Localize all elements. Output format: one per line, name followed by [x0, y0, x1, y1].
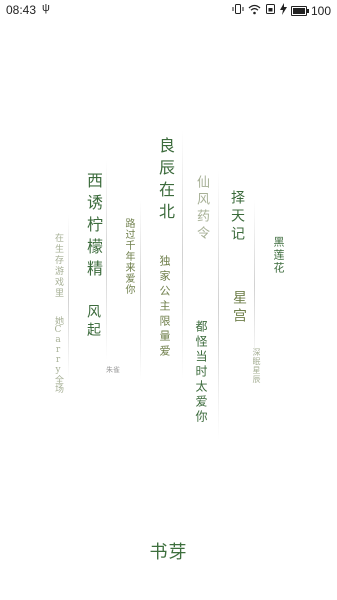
wifi-icon [248, 4, 261, 19]
status-indicators: 100 [232, 3, 331, 19]
status-bar: 08:43 ψ 100 [0, 0, 337, 22]
book-title[interactable]: 择天记 [227, 190, 247, 244]
book-title[interactable]: 朱雀 [106, 365, 120, 375]
decor-strip [140, 200, 141, 380]
decor-strip [68, 215, 69, 380]
book-title[interactable]: 仙风药令 [192, 175, 211, 243]
sim-card-icon [265, 3, 276, 19]
decor-strip [182, 130, 183, 380]
status-time: 08:43 [6, 3, 37, 17]
battery-fill [292, 8, 305, 14]
charging-bolt-icon [279, 3, 287, 19]
decor-strip [218, 170, 219, 440]
decor-strip [254, 200, 255, 370]
book-title[interactable]: 路过千年来爱你 [121, 218, 136, 295]
decor-strip [106, 160, 107, 360]
book-title[interactable]: 黑莲花 [270, 236, 286, 275]
vibrate-icon [232, 3, 244, 19]
book-title[interactable]: 在生存游戏里 [52, 233, 65, 299]
book-title[interactable]: 西诱柠檬精 [81, 172, 105, 282]
usb-icon: ψ [42, 2, 50, 14]
battery-percent: 100 [310, 4, 331, 18]
book-title[interactable]: 深眠星辰 [251, 348, 262, 384]
book-title[interactable]: 她Carry全场 [52, 316, 65, 393]
book-title[interactable]: 都怪当时太爱你 [193, 320, 210, 425]
book-title[interactable]: 风起 [83, 304, 103, 340]
app-name: 书芽 [149, 542, 188, 563]
book-title[interactable]: 良辰在北 [153, 137, 177, 225]
book-title[interactable]: 独家公主限量爱 [156, 255, 172, 360]
book-title[interactable]: 星宫 [229, 290, 249, 326]
battery-icon [290, 6, 309, 16]
